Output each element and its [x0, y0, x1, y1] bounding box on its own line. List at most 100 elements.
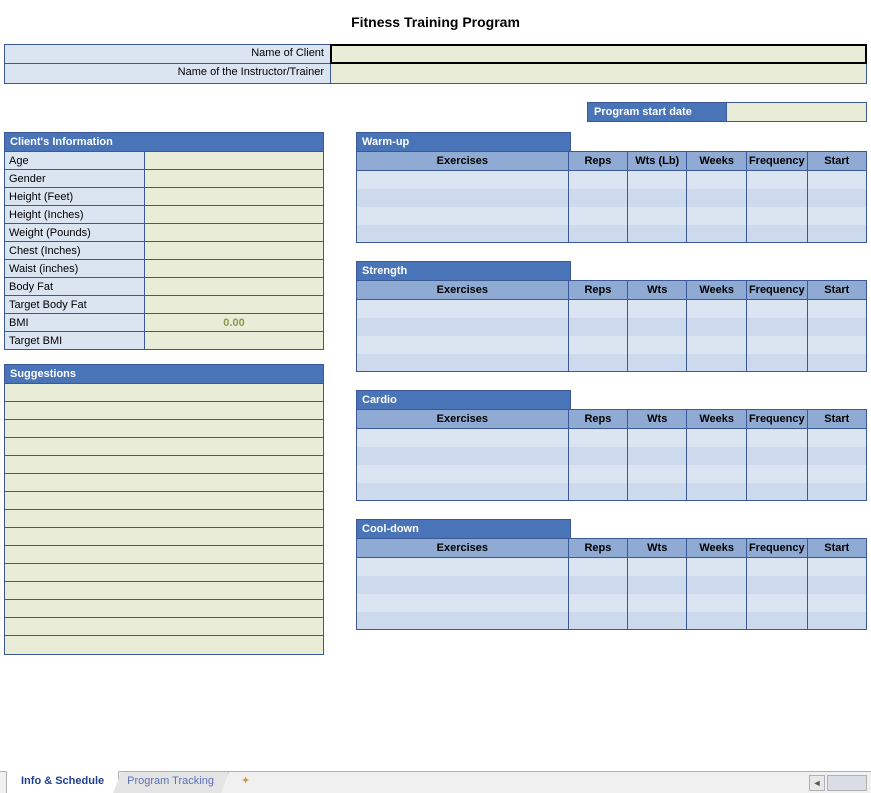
exercise-cell[interactable]	[807, 465, 866, 483]
exercise-cell[interactable]	[807, 429, 866, 447]
exercise-cell[interactable]	[568, 225, 627, 243]
exercise-cell[interactable]	[687, 483, 747, 501]
exercise-cell[interactable]	[357, 576, 569, 594]
exercise-cell[interactable]	[687, 576, 747, 594]
client-info-value[interactable]	[145, 224, 324, 242]
exercise-cell[interactable]	[357, 336, 569, 354]
exercise-cell[interactable]	[687, 465, 747, 483]
exercise-cell[interactable]	[628, 465, 687, 483]
exercise-cell[interactable]	[746, 483, 807, 501]
exercise-cell[interactable]	[807, 447, 866, 465]
exercise-cell[interactable]	[687, 225, 747, 243]
exercise-cell[interactable]	[746, 429, 807, 447]
exercise-cell[interactable]	[568, 207, 627, 225]
exercise-cell[interactable]	[807, 300, 866, 318]
exercise-cell[interactable]	[628, 447, 687, 465]
exercise-cell[interactable]	[746, 612, 807, 630]
client-info-value[interactable]	[145, 296, 324, 314]
client-info-value[interactable]	[145, 260, 324, 278]
exercise-cell[interactable]	[807, 612, 866, 630]
exercise-cell[interactable]	[568, 612, 627, 630]
exercise-cell[interactable]	[357, 483, 569, 501]
exercise-cell[interactable]	[687, 300, 747, 318]
exercise-cell[interactable]	[357, 429, 569, 447]
suggestions-row[interactable]	[5, 564, 323, 582]
suggestions-row[interactable]	[5, 420, 323, 438]
client-info-value[interactable]	[145, 188, 324, 206]
client-info-value[interactable]	[145, 332, 324, 350]
suggestions-row[interactable]	[5, 474, 323, 492]
exercise-cell[interactable]	[687, 336, 747, 354]
exercise-cell[interactable]	[357, 318, 569, 336]
exercise-cell[interactable]	[568, 429, 627, 447]
suggestions-row[interactable]	[5, 600, 323, 618]
exercise-cell[interactable]	[807, 225, 866, 243]
exercise-cell[interactable]	[628, 336, 687, 354]
exercise-cell[interactable]	[568, 354, 627, 372]
exercise-cell[interactable]	[807, 207, 866, 225]
exercise-cell[interactable]	[746, 576, 807, 594]
exercise-cell[interactable]	[568, 594, 627, 612]
exercise-cell[interactable]	[568, 336, 627, 354]
exercise-cell[interactable]	[568, 576, 627, 594]
exercise-cell[interactable]	[807, 558, 866, 576]
exercise-cell[interactable]	[568, 318, 627, 336]
exercise-cell[interactable]	[746, 189, 807, 207]
client-name-input[interactable]	[331, 45, 866, 63]
exercise-cell[interactable]	[687, 447, 747, 465]
exercise-cell[interactable]	[746, 207, 807, 225]
exercise-cell[interactable]	[568, 300, 627, 318]
exercise-cell[interactable]	[568, 483, 627, 501]
exercise-cell[interactable]	[568, 558, 627, 576]
tab-program-tracking[interactable]: Program Tracking	[113, 772, 229, 793]
exercise-cell[interactable]	[807, 171, 866, 189]
exercise-cell[interactable]	[568, 447, 627, 465]
exercise-cell[interactable]	[746, 558, 807, 576]
exercise-cell[interactable]	[687, 354, 747, 372]
suggestions-row[interactable]	[5, 618, 323, 636]
client-info-value[interactable]	[145, 278, 324, 296]
exercise-cell[interactable]	[357, 465, 569, 483]
exercise-cell[interactable]	[628, 612, 687, 630]
horizontal-scrollbar[interactable]	[827, 775, 867, 791]
exercise-cell[interactable]	[628, 225, 687, 243]
exercise-cell[interactable]	[807, 189, 866, 207]
exercise-cell[interactable]	[746, 171, 807, 189]
exercise-cell[interactable]	[807, 336, 866, 354]
exercise-cell[interactable]	[628, 558, 687, 576]
exercise-cell[interactable]	[687, 612, 747, 630]
suggestions-row[interactable]	[5, 492, 323, 510]
exercise-cell[interactable]	[687, 429, 747, 447]
suggestions-row[interactable]	[5, 546, 323, 564]
exercise-cell[interactable]	[628, 189, 687, 207]
exercise-cell[interactable]	[628, 354, 687, 372]
suggestions-row[interactable]	[5, 402, 323, 420]
exercise-cell[interactable]	[687, 558, 747, 576]
tab-info-schedule[interactable]: Info & Schedule	[6, 771, 119, 793]
suggestions-row[interactable]	[5, 636, 323, 654]
exercise-cell[interactable]	[628, 483, 687, 501]
exercise-cell[interactable]	[746, 465, 807, 483]
exercise-cell[interactable]	[568, 171, 627, 189]
exercise-cell[interactable]	[628, 300, 687, 318]
exercise-cell[interactable]	[807, 576, 866, 594]
exercise-cell[interactable]	[687, 318, 747, 336]
exercise-cell[interactable]	[628, 171, 687, 189]
exercise-cell[interactable]	[746, 318, 807, 336]
exercise-cell[interactable]	[807, 354, 866, 372]
exercise-cell[interactable]	[687, 189, 747, 207]
exercise-cell[interactable]	[687, 171, 747, 189]
exercise-cell[interactable]	[746, 300, 807, 318]
suggestions-row[interactable]	[5, 384, 323, 402]
suggestions-row[interactable]	[5, 510, 323, 528]
suggestions-row[interactable]	[5, 438, 323, 456]
exercise-cell[interactable]	[357, 558, 569, 576]
exercise-cell[interactable]	[357, 189, 569, 207]
scroll-left-button[interactable]: ◄	[809, 775, 825, 791]
trainer-name-input[interactable]	[331, 64, 866, 83]
exercise-cell[interactable]	[628, 207, 687, 225]
suggestions-row[interactable]	[5, 528, 323, 546]
exercise-cell[interactable]	[357, 594, 569, 612]
exercise-cell[interactable]	[807, 318, 866, 336]
exercise-cell[interactable]	[628, 576, 687, 594]
